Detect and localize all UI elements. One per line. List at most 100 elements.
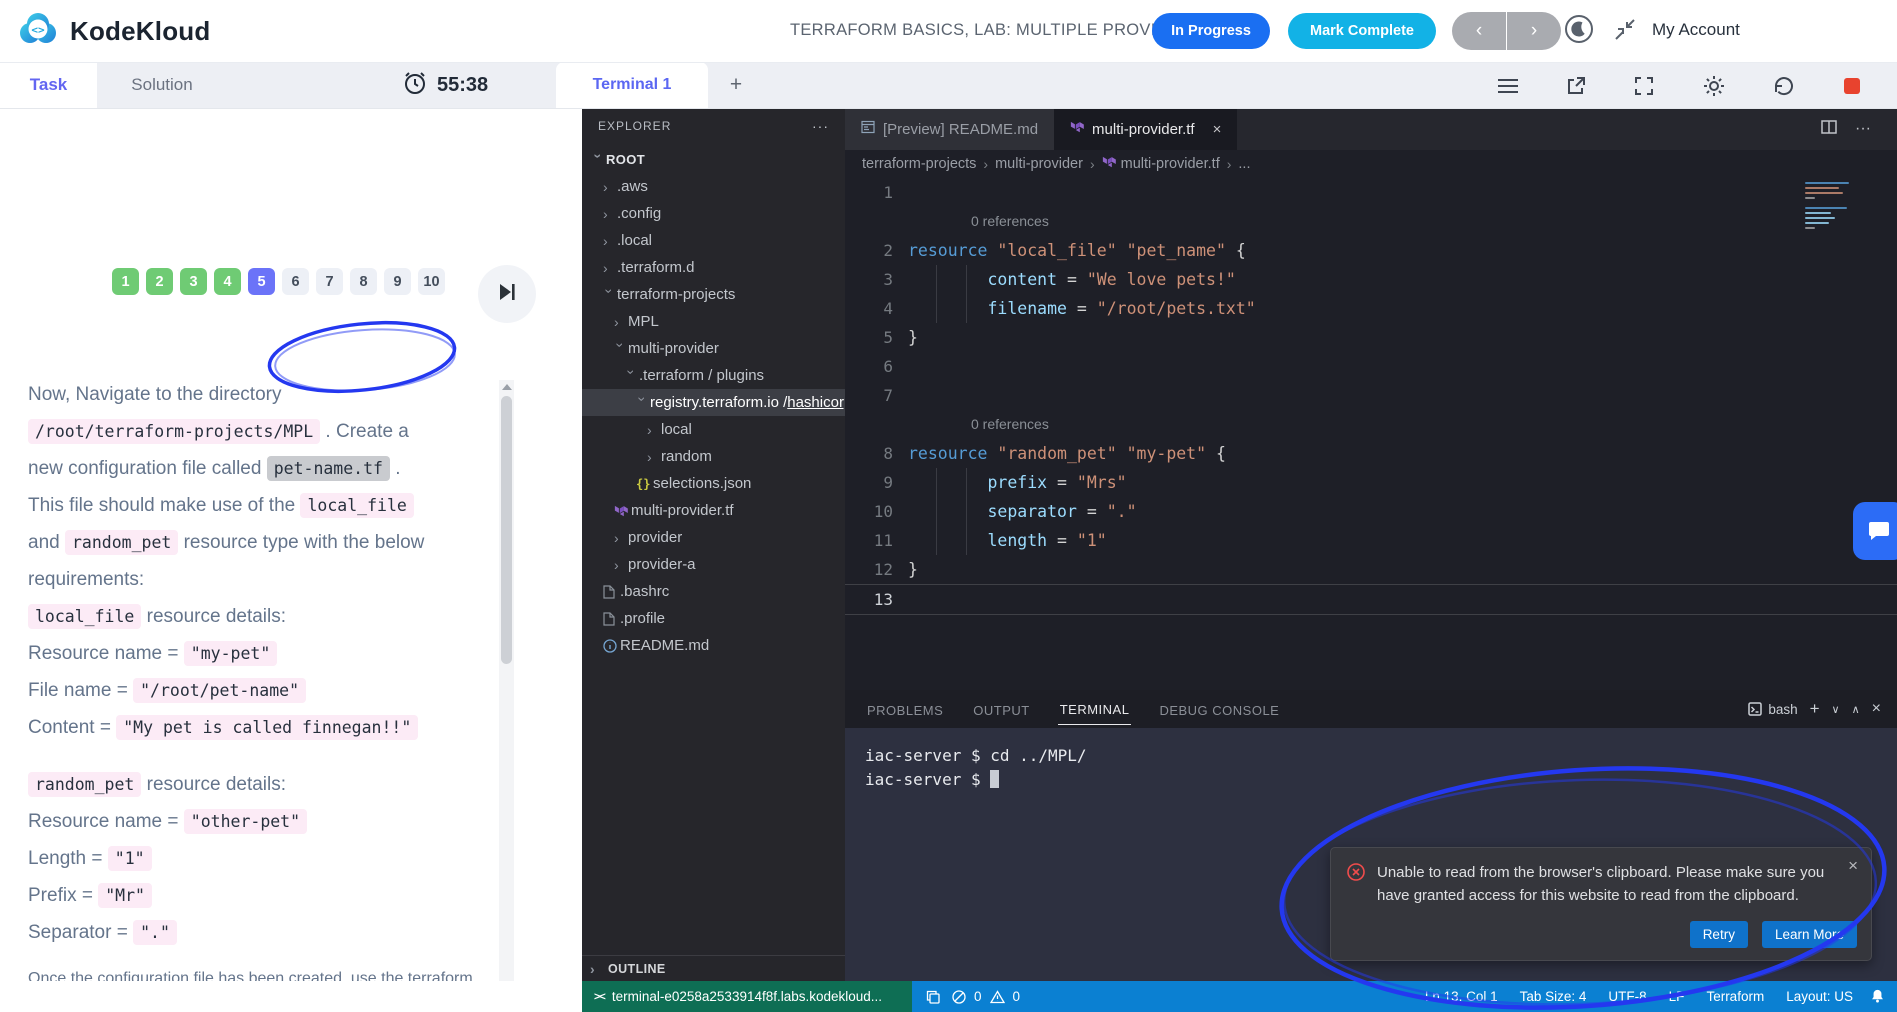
code-line-10[interactable]: 10 separator = "." [845, 497, 1897, 526]
status-item-ln-13-col-1[interactable]: Ln 13, Col 1 [1425, 989, 1498, 1004]
close-tab-icon[interactable]: × [1213, 121, 1222, 138]
status-item-terraform[interactable]: Terraform [1706, 989, 1764, 1004]
question-5[interactable]: 5 [248, 268, 275, 295]
dark-mode-toggle[interactable] [1562, 14, 1596, 48]
codelens-row[interactable]: 0 references [845, 207, 1897, 236]
notifications-bell-icon[interactable] [1870, 988, 1885, 1007]
question-8[interactable]: 8 [350, 268, 377, 295]
status-item-utf-8[interactable]: UTF-8 [1608, 989, 1646, 1004]
brightness-button[interactable] [1702, 74, 1726, 98]
tree-item-root[interactable]: ›ROOT [582, 146, 845, 173]
shell-select[interactable]: bash [1748, 702, 1797, 717]
collapse-view-button[interactable] [1608, 14, 1642, 48]
my-account-menu[interactable]: My Account [1652, 20, 1740, 40]
next-question-button[interactable]: › [1507, 12, 1561, 50]
brand[interactable]: <> KodeKloud [16, 10, 210, 53]
code-line-13[interactable]: 13 [845, 584, 1897, 615]
question-6[interactable]: 6 [282, 268, 309, 295]
code-line-11[interactable]: 11 length = "1" [845, 526, 1897, 555]
fullscreen-button[interactable] [1632, 74, 1656, 98]
session-restart-button[interactable] [1772, 74, 1796, 98]
minimap[interactable] [1805, 182, 1863, 229]
tree-item-terraform-plugins[interactable]: ›.terraform / plugins [582, 362, 845, 389]
explorer-actions-button[interactable]: ··· [812, 118, 829, 134]
copy-icon[interactable] [926, 990, 940, 1004]
code-line-7[interactable]: 7 [845, 381, 1897, 410]
tab-terminal-1[interactable]: Terminal 1 [556, 62, 708, 108]
retry-button[interactable]: Retry [1690, 921, 1748, 948]
new-terminal-button[interactable]: + [1810, 699, 1820, 719]
panel-tab-problems[interactable]: PROBLEMS [865, 694, 945, 725]
question-7[interactable]: 7 [316, 268, 343, 295]
breadcrumb-item-multi-provider[interactable]: multi-provider [995, 156, 1083, 172]
mark-complete-button[interactable]: Mark Complete [1288, 13, 1436, 49]
tree-item-registry-terraform-io-hashicorp[interactable]: ›registry.terraform.io / hashicorp [582, 389, 845, 416]
status-item-layout-us[interactable]: Layout: US [1786, 989, 1853, 1004]
skip-to-end-button[interactable] [478, 265, 536, 323]
breadcrumb-item-terraform-projects[interactable]: terraform-projects [862, 156, 976, 172]
code-line-12[interactable]: 12} [845, 555, 1897, 584]
tree-item-readme-md[interactable]: README.md [582, 632, 845, 659]
tree-item-profile[interactable]: .profile [582, 605, 845, 632]
tree-item-selections-json[interactable]: {}selections.json [582, 470, 845, 497]
panel-tab-terminal[interactable]: TERMINAL [1058, 693, 1132, 725]
panel-tab-output[interactable]: OUTPUT [971, 694, 1031, 725]
stop-lab-button[interactable] [1840, 74, 1864, 98]
code-line-8[interactable]: 8resource "random_pet" "my-pet" { [845, 439, 1897, 468]
scroll-up-icon[interactable] [502, 384, 512, 390]
tree-item-config[interactable]: ›.config [582, 200, 845, 227]
question-10[interactable]: 10 [418, 268, 445, 295]
tree-item-terraform-d[interactable]: ›.terraform.d [582, 254, 845, 281]
tree-item-provider[interactable]: ›provider [582, 524, 845, 551]
question-1[interactable]: 1 [112, 268, 139, 295]
split-editor-icon[interactable] [1821, 119, 1837, 140]
breadcrumb-item-multi-provider-tf[interactable]: multi-provider.tf [1102, 155, 1220, 173]
outline-section[interactable]: › OUTLINE [582, 955, 853, 981]
remote-indicator[interactable]: >< terminal-e0258a2533914f8f.labs.kodekl… [582, 981, 924, 1012]
question-2[interactable]: 2 [146, 268, 173, 295]
question-9[interactable]: 9 [384, 268, 411, 295]
code-line-9[interactable]: 9 prefix = "Mrs" [845, 468, 1897, 497]
editor-tab-preview-readme-md[interactable]: [Preview] README.md [845, 108, 1054, 150]
new-terminal-tab-button[interactable]: + [722, 71, 750, 99]
status-item-tab-size-4[interactable]: Tab Size: 4 [1520, 989, 1587, 1004]
toast-close-icon[interactable]: × [1848, 856, 1858, 876]
tree-item-provider-a[interactable]: ›provider-a [582, 551, 845, 578]
previous-question-button[interactable]: ‹ [1452, 12, 1507, 50]
codelens-references-link[interactable]: 0 references [971, 207, 1049, 236]
question-4[interactable]: 4 [214, 268, 241, 295]
editor-tab-multi-provider-tf[interactable]: multi-provider.tf× [1054, 108, 1237, 150]
tab-solution[interactable]: Solution [97, 62, 227, 108]
question-3[interactable]: 3 [180, 268, 207, 295]
code-line-1[interactable]: 1 [845, 178, 1897, 207]
task-scrollbar[interactable] [499, 380, 514, 1012]
tab-task[interactable]: Task [0, 62, 97, 108]
code-line-2[interactable]: 2resource "local_file" "pet_name" { [845, 236, 1897, 265]
code-line-4[interactable]: 4 filename = "/root/pets.txt" [845, 294, 1897, 323]
open-in-new-window-button[interactable] [1564, 74, 1588, 98]
maximize-panel-icon[interactable]: ∧ [1852, 703, 1860, 716]
problems-status[interactable]: 0 0 [926, 981, 1020, 1012]
menu-button[interactable] [1496, 74, 1520, 98]
learn-more-button[interactable]: Learn More [1762, 921, 1857, 948]
tree-item-aws[interactable]: ›.aws [582, 173, 845, 200]
codelens-row[interactable]: 0 references [845, 410, 1897, 439]
tree-item-bashrc[interactable]: .bashrc [582, 578, 845, 605]
tree-item-label-link[interactable]: hashicorp [787, 394, 852, 411]
tree-item-random[interactable]: ›random [582, 443, 845, 470]
tree-item-local[interactable]: ›local [582, 416, 845, 443]
close-panel-icon[interactable]: × [1872, 700, 1881, 718]
status-item-lf[interactable]: LF [1669, 989, 1685, 1004]
code-line-3[interactable]: 3 content = "We love pets!" [845, 265, 1897, 294]
breadcrumb-item-[interactable]: ... [1238, 156, 1250, 172]
support-chat-button[interactable] [1853, 502, 1897, 560]
code-editor[interactable]: 10 references2resource "local_file" "pet… [845, 178, 1897, 690]
panel-tab-debug-console[interactable]: DEBUG CONSOLE [1157, 694, 1281, 725]
scrollbar-thumb[interactable] [501, 396, 512, 664]
tree-item-multi-provider[interactable]: ›multi-provider [582, 335, 845, 362]
tree-item-local[interactable]: ›.local [582, 227, 845, 254]
tree-item-mpl[interactable]: ›MPL [582, 308, 845, 335]
more-actions-icon[interactable]: ··· [1855, 120, 1871, 138]
code-line-5[interactable]: 5} [845, 323, 1897, 352]
tree-item-multi-provider-tf[interactable]: multi-provider.tf [582, 497, 845, 524]
